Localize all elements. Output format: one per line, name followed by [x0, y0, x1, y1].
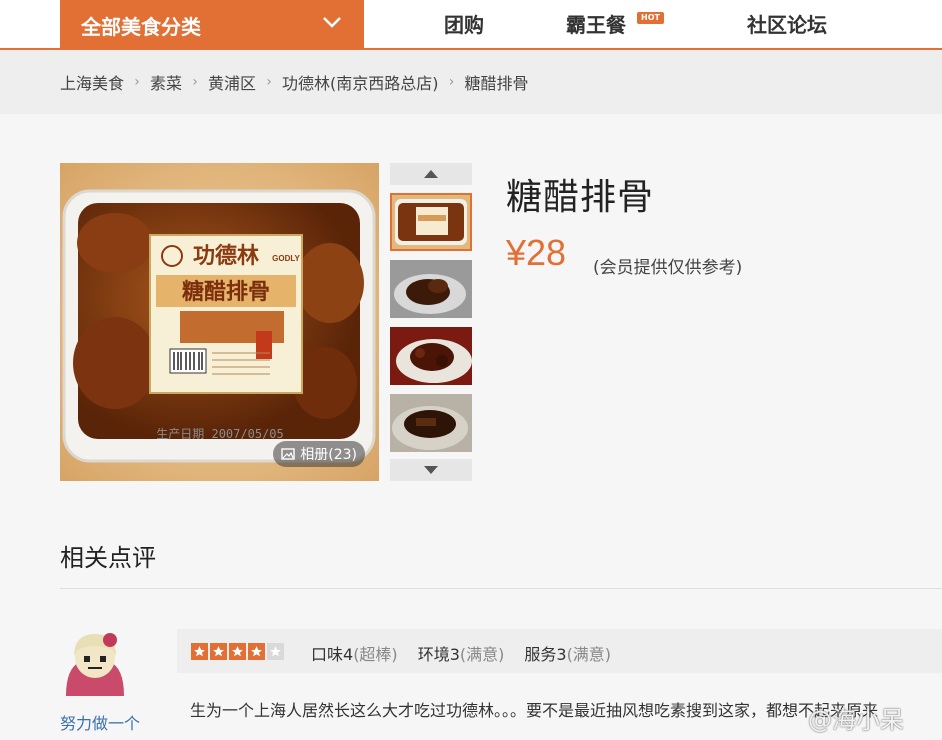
environment-score: 环境3(满意) — [418, 641, 505, 665]
star-empty-icon — [267, 643, 284, 660]
chevron-right-icon: › — [266, 74, 272, 90]
hot-badge: HOT — [637, 12, 664, 24]
album-button[interactable]: 相册(23) — [273, 441, 365, 467]
thumbnail-1[interactable] — [390, 193, 472, 251]
star-filled-icon — [248, 643, 265, 660]
top-nav: 全部美食分类 团购 霸王餐 HOT 社区论坛 — [0, 0, 942, 50]
chevron-right-icon: › — [192, 74, 198, 90]
service-score: 服务3(满意) — [524, 641, 611, 665]
environment-score-desc: (满意) — [459, 645, 505, 664]
star-filled-icon — [210, 643, 227, 660]
packaged-ribs-image: 功德林 GODLY 糖醋排骨 生产日期 2007/05/05 — [60, 163, 379, 481]
watermark-text: @海小呆 — [808, 706, 904, 734]
taste-score-desc: (超棒) — [353, 645, 398, 664]
thumbnail-dish-image — [390, 260, 472, 318]
thumbnail-3[interactable] — [390, 327, 472, 385]
package-product-text: 糖醋排骨 — [182, 279, 270, 305]
breadcrumb-vegetarian[interactable]: 素菜 — [150, 70, 182, 94]
service-score-desc: (满意) — [566, 645, 612, 664]
related-reviews-title: 相关点评 — [60, 544, 156, 572]
all-categories-button[interactable]: 全部美食分类 — [60, 0, 364, 50]
star-rating — [191, 643, 284, 660]
main-dish-photo[interactable]: 功德林 GODLY 糖醋排骨 生产日期 2007/05/05 相册(23) — [60, 163, 379, 481]
package-date-text: 生产日期 2007/05/05 — [156, 427, 283, 441]
caret-down-icon — [424, 466, 438, 474]
star-filled-icon — [229, 643, 246, 660]
chevron-down-icon — [323, 17, 341, 28]
section-divider — [60, 588, 942, 589]
thumbnail-strip — [390, 163, 472, 481]
thumbnail-2[interactable] — [390, 260, 472, 318]
thumb-scroll-down-button[interactable] — [390, 459, 472, 481]
nav-group-buy[interactable]: 团购 — [444, 0, 484, 48]
caret-up-icon — [424, 170, 438, 178]
package-brand-text: 功德林 — [193, 243, 259, 269]
nav-free-meal[interactable]: 霸王餐 — [566, 0, 626, 48]
all-categories-label: 全部美食分类 — [81, 14, 201, 39]
rating-bar: 口味4(超棒) 环境3(满意) 服务3(满意) — [177, 629, 942, 673]
breadcrumb: 上海美食 › 素菜 › 黄浦区 › 功德林(南京西路总店) › 糖醋排骨 — [60, 70, 529, 94]
breadcrumb-dish: 糖醋排骨 — [464, 74, 529, 93]
image-icon — [281, 448, 295, 460]
album-count-label: 相册(23) — [300, 447, 357, 463]
score-breakdown: 口味4(超棒) 环境3(满意) 服务3(满意) — [311, 641, 611, 665]
taste-score-value: 口味4 — [311, 645, 354, 664]
service-score-value: 服务3 — [524, 645, 567, 664]
thumbnail-package-image — [392, 195, 470, 249]
environment-score-value: 环境3 — [417, 645, 460, 664]
taste-score: 口味4(超棒) — [311, 641, 398, 665]
chevron-right-icon: › — [448, 74, 455, 90]
thumbnail-4[interactable] — [390, 394, 472, 452]
thumbnail-dish-image — [390, 394, 472, 452]
avatar[interactable] — [60, 628, 129, 697]
review-text: 生为一个上海人居然长这么大才吃过功德林。。。要不是最近抽风想吃素搜到这家，都想不… — [190, 701, 879, 720]
nav-forum[interactable]: 社区论坛 — [747, 0, 827, 48]
thumb-scroll-up-button[interactable] — [390, 163, 472, 185]
breadcrumb-huangpu[interactable]: 黄浦区 — [208, 70, 256, 94]
user-avatar-image — [60, 628, 129, 697]
review-username[interactable]: 努力做一个 — [60, 710, 140, 734]
thumbnail-dish-image — [390, 327, 472, 385]
star-filled-icon — [191, 643, 208, 660]
dish-title: 糖醋排骨 — [506, 177, 655, 218]
breadcrumb-restaurant[interactable]: 功德林(南京西路总店) — [282, 70, 439, 94]
price-note: (会员提供仅供参考) — [593, 258, 743, 278]
breadcrumb-bar: 上海美食 › 素菜 › 黄浦区 › 功德林(南京西路总店) › 糖醋排骨 — [0, 50, 942, 114]
chevron-right-icon: › — [134, 74, 140, 90]
package-brand-en: GODLY — [272, 254, 300, 263]
breadcrumb-shanghai-food[interactable]: 上海美食 — [60, 70, 124, 94]
dish-price: ¥28 — [506, 232, 567, 273]
